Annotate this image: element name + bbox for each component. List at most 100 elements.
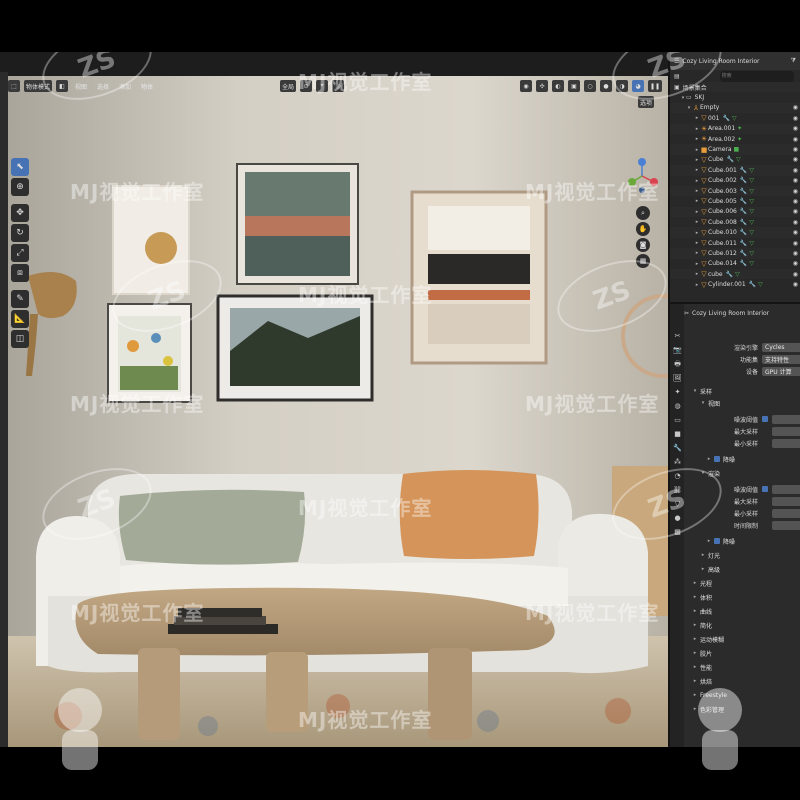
properties-section-header[interactable]: ▸ 高级 bbox=[684, 564, 800, 574]
min-samples-field[interactable] bbox=[772, 508, 800, 518]
render-engine-dropdown[interactable]: Cycles bbox=[762, 342, 800, 352]
editor-type-button[interactable]: ⬚ bbox=[8, 80, 20, 92]
transform-orientation-dropdown[interactable]: 全局 bbox=[280, 80, 297, 92]
outliner-item[interactable]: ▸ ▽ Cube.014 🔧 ▽ ◉ bbox=[670, 259, 800, 269]
outliner-item[interactable]: ▾ ⅄ Empty ◉ bbox=[670, 102, 800, 114]
properties-section-header[interactable]: ▸ 胶片 bbox=[684, 648, 800, 658]
pan-hand-icon[interactable]: ✋ bbox=[636, 222, 650, 236]
outliner-item[interactable]: ▸ ☀ Area.002 ✦ ◉ bbox=[670, 134, 800, 144]
visibility-eye-icon[interactable]: ◉ bbox=[793, 146, 798, 153]
cursor-tool-icon[interactable]: ⊕ bbox=[11, 178, 29, 196]
gizmo-icon[interactable]: ✣ bbox=[536, 80, 548, 92]
transform-tool-icon[interactable]: ⧈ bbox=[11, 264, 29, 282]
properties-section-header[interactable]: ▸ 曲线 bbox=[684, 606, 800, 616]
outliner-item[interactable]: ▸ ▽ Cube 🔧 ▽ ◉ bbox=[670, 155, 800, 165]
collection-tab-icon[interactable]: ▭ bbox=[673, 416, 682, 425]
visibility-eye-icon[interactable]: ◉ bbox=[793, 188, 798, 195]
max-samples-field[interactable] bbox=[772, 426, 800, 436]
visibility-eye-icon[interactable]: ◉ bbox=[793, 115, 798, 122]
outliner-item[interactable]: ▸ ▽ Cube.002 🔧 ▽ ◉ bbox=[670, 176, 800, 186]
object-tab-icon[interactable]: ■ bbox=[673, 430, 682, 439]
outliner-item[interactable]: ▸ ☀ Area.001 ✦ ◉ bbox=[670, 123, 800, 134]
visibility-eye-icon[interactable]: ◉ bbox=[793, 198, 798, 205]
modifier-tab-icon[interactable]: 🔧 bbox=[673, 444, 682, 453]
zoom-icon[interactable]: ⌕ bbox=[636, 206, 650, 220]
add-cube-tool-icon[interactable]: ◫ bbox=[11, 330, 29, 348]
time-limit-field[interactable] bbox=[772, 520, 800, 530]
properties-section-header[interactable]: ▸ 简化 bbox=[684, 620, 800, 630]
shading-wire-icon[interactable]: ○ bbox=[584, 80, 596, 92]
noise-threshold-field[interactable] bbox=[772, 414, 800, 424]
measure-tool-icon[interactable]: 📐 bbox=[11, 310, 29, 328]
outliner-item[interactable]: ▸ ▽ Cylinder.001 🔧 ▽ ◉ bbox=[670, 279, 800, 289]
noise-threshold-checkbox[interactable] bbox=[762, 486, 768, 492]
move-tool-icon[interactable]: ✥ bbox=[11, 204, 29, 222]
properties-section-header[interactable]: ▸ 灯光 bbox=[684, 550, 800, 560]
denoise-checkbox[interactable] bbox=[714, 538, 720, 544]
outliner-item[interactable]: ▸ ▽ Cube.005 🔧 ▽ ◉ bbox=[670, 196, 800, 206]
particles-tab-icon[interactable]: ⁂ bbox=[673, 458, 682, 467]
visibility-eye-icon[interactable]: ◉ bbox=[793, 240, 798, 247]
mascot-watermark-left bbox=[40, 680, 120, 790]
properties-section-header[interactable]: ▸ 运动模糊 bbox=[684, 634, 800, 644]
visibility-eye-icon[interactable]: ◉ bbox=[793, 229, 798, 236]
noise-threshold-checkbox[interactable] bbox=[762, 416, 768, 422]
shading-solid-icon[interactable]: ● bbox=[600, 80, 612, 92]
xray-icon[interactable]: ▣ bbox=[568, 80, 580, 92]
view-layer-tab-icon[interactable]: 🖼 bbox=[673, 374, 682, 383]
r-denoise-subpanel[interactable]: ▸ 降噪 bbox=[684, 536, 800, 546]
outliner-item[interactable]: ▸ ▽ Cube.010 🔧 ▽ ◉ bbox=[670, 227, 800, 238]
scale-tool-icon[interactable]: ⤢ bbox=[11, 244, 29, 262]
outliner-item[interactable]: ▸ ▽ Cube.008 🔧 ▽ ◉ bbox=[670, 217, 800, 227]
navigation-gizmo[interactable]: ⌕ ✋ ◙ ▦ bbox=[624, 158, 660, 268]
noise-threshold-field[interactable] bbox=[772, 484, 800, 494]
sampling-panel-header[interactable]: ▾ 采样 bbox=[684, 386, 800, 396]
visibility-eye-icon[interactable]: ◉ bbox=[793, 167, 798, 174]
visibility-eye-icon[interactable]: ◉ bbox=[793, 125, 798, 132]
properties-section-header[interactable]: ▸ 光程 bbox=[684, 578, 800, 588]
tool-tab-icon[interactable]: ✂ bbox=[673, 332, 682, 341]
feature-set-dropdown[interactable]: 支持特性 bbox=[762, 354, 800, 364]
device-dropdown[interactable]: GPU 计算 bbox=[762, 366, 800, 376]
render-tab-icon[interactable]: 📷 bbox=[673, 346, 682, 355]
mesh-data-icon: ▽ bbox=[749, 218, 754, 226]
outliner-item[interactable]: ▸ ▽ cube 🔧 ▽ ◉ bbox=[670, 269, 800, 280]
menu-object[interactable]: 物体 bbox=[138, 82, 156, 91]
vp-denoise-subpanel[interactable]: ▸ 降噪 bbox=[684, 454, 800, 464]
visibility-eye-icon[interactable]: ◉ bbox=[793, 104, 798, 111]
max-samples-field[interactable] bbox=[772, 496, 800, 506]
outliner-item[interactable]: ▸ ▽ 001 🔧 ▽ ◉ bbox=[670, 113, 800, 123]
visibility-icon[interactable]: ◉ bbox=[520, 80, 532, 92]
filter-icon[interactable]: ⧩ bbox=[791, 57, 796, 65]
visibility-eye-icon[interactable]: ◉ bbox=[793, 260, 798, 267]
outliner-item[interactable]: ▸ ▽ Cube.001 🔧 ▽ ◉ bbox=[670, 165, 800, 176]
scene-tab-icon[interactable]: ✦ bbox=[673, 388, 682, 397]
outliner-item[interactable]: ▸ ▽ Cube.003 🔧 ▽ ◉ bbox=[670, 185, 800, 197]
visibility-eye-icon[interactable]: ◉ bbox=[793, 177, 798, 184]
viewport-subpanel-header[interactable]: ▾ 视图 bbox=[684, 398, 800, 408]
output-tab-icon[interactable]: 🖶 bbox=[673, 360, 682, 369]
properties-section-header[interactable]: ▸ 体积 bbox=[684, 592, 800, 602]
outliner-item[interactable]: ▸ ▽ Cube.012 🔧 ▽ ◉ bbox=[670, 248, 800, 259]
select-tool-icon[interactable]: ⬉ bbox=[11, 158, 29, 176]
visibility-eye-icon[interactable]: ◉ bbox=[793, 281, 798, 288]
world-tab-icon[interactable]: ◍ bbox=[673, 402, 682, 411]
min-samples-field[interactable] bbox=[772, 438, 800, 448]
denoise-checkbox[interactable] bbox=[714, 456, 720, 462]
visibility-eye-icon[interactable]: ◉ bbox=[793, 136, 798, 143]
annotate-tool-icon[interactable]: ✎ bbox=[11, 290, 29, 308]
outliner-item[interactable]: ▸ ■ Camera ■ ◉ bbox=[670, 144, 800, 155]
camera-view-icon[interactable]: ◙ bbox=[636, 238, 650, 252]
visibility-eye-icon[interactable]: ◉ bbox=[793, 156, 798, 163]
rotate-tool-icon[interactable]: ↻ bbox=[11, 224, 29, 242]
visibility-eye-icon[interactable]: ◉ bbox=[793, 219, 798, 226]
visibility-eye-icon[interactable]: ◉ bbox=[793, 208, 798, 215]
outliner-search-input[interactable] bbox=[719, 70, 794, 82]
overlay-icon[interactable]: ◐ bbox=[552, 80, 564, 92]
outliner-item[interactable]: ▸ ▽ Cube.006 🔧 ▽ ◉ bbox=[670, 206, 800, 218]
collection-row[interactable]: ▾ ▭ SKJ bbox=[670, 92, 800, 102]
properties-section-header[interactable]: ▸ 性能 bbox=[684, 662, 800, 672]
visibility-eye-icon[interactable]: ◉ bbox=[793, 250, 798, 257]
outliner-item[interactable]: ▸ ▽ Cube.011 🔧 ▽ ◉ bbox=[670, 238, 800, 248]
visibility-eye-icon[interactable]: ◉ bbox=[793, 271, 798, 278]
